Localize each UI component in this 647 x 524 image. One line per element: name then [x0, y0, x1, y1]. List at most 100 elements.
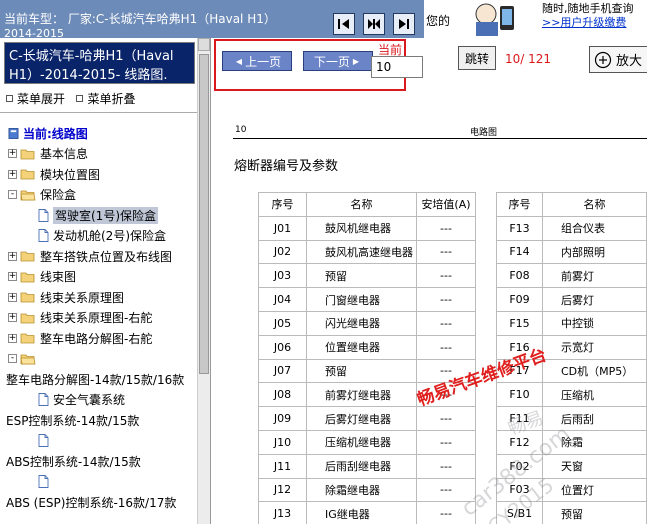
- folder-open-icon: [20, 354, 36, 364]
- tree-text[interactable]: ABS控制系统-14款/15款: [6, 452, 141, 470]
- tree-folder[interactable]: + 线束图: [8, 268, 76, 286]
- expand-icon[interactable]: +: [8, 313, 17, 322]
- menu-controls: 菜单展开 菜单折叠: [6, 90, 135, 107]
- table-cell: 后雾灯继电器: [306, 406, 417, 431]
- relay-header-cell: 安培值(A): [416, 192, 476, 217]
- table-cell: F15: [496, 310, 543, 336]
- table-cell: ---: [416, 406, 476, 431]
- document-icon: [38, 208, 49, 222]
- table-cell: F14: [496, 239, 543, 265]
- scroll-thumb[interactable]: [199, 54, 209, 374]
- pause-button[interactable]: [363, 13, 385, 35]
- sidebar-scrollbar[interactable]: [197, 38, 210, 524]
- page-toolbar: ◀ 上一页 下一页 ▶ 当前为 跳转 10/ 121 放大: [211, 38, 647, 92]
- document-icon: [38, 434, 49, 447]
- table-row: J09 后雾灯继电器 ---: [258, 406, 476, 431]
- first-page-button[interactable]: [333, 13, 355, 35]
- table-cell: ---: [416, 477, 476, 503]
- table-cell: J09: [258, 406, 307, 431]
- table-cell: F08: [496, 263, 543, 289]
- collapse-icon[interactable]: -: [8, 190, 17, 199]
- table-row: F02 天窗: [496, 453, 647, 479]
- menu-expand-label: 菜单展开: [17, 92, 66, 106]
- table-cell: 除霜继电器: [306, 477, 417, 503]
- table-cell: ---: [416, 287, 476, 312]
- next-page-button[interactable]: [393, 13, 415, 35]
- tree-folder[interactable]: -: [8, 350, 40, 368]
- scroll-up-arrow[interactable]: [198, 38, 210, 51]
- upgrade-link[interactable]: >>用户升级缴费: [542, 14, 626, 30]
- table-cell: 后雨刮: [542, 406, 647, 431]
- expand-icon[interactable]: +: [8, 333, 17, 343]
- tree-current[interactable]: 当前:线路图: [8, 124, 88, 142]
- tree-doc[interactable]: [38, 473, 53, 491]
- folder-icon: [20, 169, 35, 180]
- table-cell: 位置灯: [542, 477, 647, 503]
- table-cell: 前雾灯: [542, 263, 647, 289]
- prev-page-button[interactable]: ◀ 上一页: [222, 51, 292, 71]
- tree-doc[interactable]: 驾驶室(1号)保险盒: [38, 206, 158, 224]
- table-row: J05 闪光继电器 ---: [258, 310, 476, 336]
- table-cell: J13: [258, 501, 307, 524]
- table-row: J11 后雨刮继电器 ---: [258, 453, 476, 479]
- document-icon: [38, 475, 49, 488]
- page-count: 10/ 121: [505, 52, 552, 66]
- expand-icon[interactable]: +: [8, 149, 17, 158]
- table-row: J08 前雾灯继电器 ---: [258, 382, 476, 408]
- tree-folder[interactable]: + 整车电路分解图-右舵: [8, 329, 152, 347]
- tree-text[interactable]: 整车电路分解图-14款/15款/16款: [6, 370, 184, 388]
- table-row: F15 中控锁: [496, 310, 647, 336]
- table-cell: J05: [258, 310, 307, 336]
- table-cell: F12: [496, 429, 543, 455]
- table-cell: ---: [416, 453, 476, 479]
- tree-folder[interactable]: + 线束关系原理图-右舵: [8, 309, 152, 327]
- menu-expand-button[interactable]: 菜单展开: [6, 92, 65, 106]
- folder-icon: [20, 149, 35, 159]
- top-bar: 当前车型： 厂家:C-长城汽车哈弗H1（Haval H1） 2014-2015 …: [0, 0, 647, 40]
- next-page-text-button[interactable]: 下一页 ▶: [303, 51, 373, 71]
- table-cell: 预留: [306, 263, 417, 289]
- expand-icon[interactable]: +: [8, 169, 17, 179]
- table-row: F12 除霜: [496, 429, 647, 455]
- table-cell: J01: [258, 215, 307, 241]
- tree-doc[interactable]: 安全气囊系统: [38, 391, 125, 409]
- tree-folder[interactable]: - 保险盒: [8, 186, 76, 204]
- jump-button[interactable]: 跳转: [458, 46, 496, 70]
- expand-icon[interactable]: +: [8, 251, 17, 261]
- table-cell: J04: [258, 287, 307, 312]
- tree-folder[interactable]: + 整车搭铁点位置及布线图: [8, 247, 172, 265]
- collapse-icon[interactable]: -: [8, 354, 17, 363]
- left-arrow-icon: ◀: [235, 56, 243, 66]
- tree-doc[interactable]: [38, 432, 53, 450]
- table-cell: ---: [416, 429, 476, 455]
- document-icon: [38, 393, 49, 406]
- table-cell: F10: [496, 382, 543, 408]
- table-cell: 前雾灯继电器: [306, 382, 417, 408]
- tree-folder[interactable]: + 模块位置图: [8, 165, 100, 183]
- table-cell: 闪光继电器: [306, 310, 417, 336]
- tree-label: 当前:线路图: [23, 126, 88, 141]
- truncated-text: 您的: [426, 14, 451, 28]
- table-cell: J07: [258, 358, 307, 384]
- table-cell: J02: [258, 239, 307, 265]
- menu-collapse-button[interactable]: 菜单折叠: [76, 92, 135, 106]
- expand-bullet-icon: [6, 95, 13, 102]
- zoom-in-button[interactable]: 放大: [589, 46, 647, 73]
- tree-folder[interactable]: + 基本信息: [8, 145, 88, 163]
- next-page-icon: [399, 19, 409, 29]
- next-page-label: 下一页: [313, 54, 350, 69]
- relay-table-header: 序号 名称 安培值(A): [258, 192, 476, 217]
- table-cell: ---: [416, 358, 476, 384]
- expand-icon[interactable]: +: [8, 292, 17, 302]
- page-number-input[interactable]: [371, 56, 423, 78]
- tree-text[interactable]: ESP控制系统-14款/15款: [6, 411, 139, 429]
- first-page-icon: [338, 19, 349, 29]
- tree-folder[interactable]: + 线束关系原理图: [8, 288, 124, 306]
- table-cell: J10: [258, 429, 307, 455]
- tree-doc[interactable]: 发动机舱(2号)保险盒: [38, 227, 166, 245]
- doc-title: 熔断器编号及参数: [234, 159, 339, 174]
- model-select[interactable]: C-长城汽车-哈弗H1（Haval H1）-2014-2015- 线路图.: [4, 42, 195, 84]
- expand-icon[interactable]: +: [8, 272, 17, 281]
- tree-text[interactable]: ABS (ESP)控制系统-16款/17款: [6, 493, 176, 511]
- table-cell: ---: [416, 310, 476, 336]
